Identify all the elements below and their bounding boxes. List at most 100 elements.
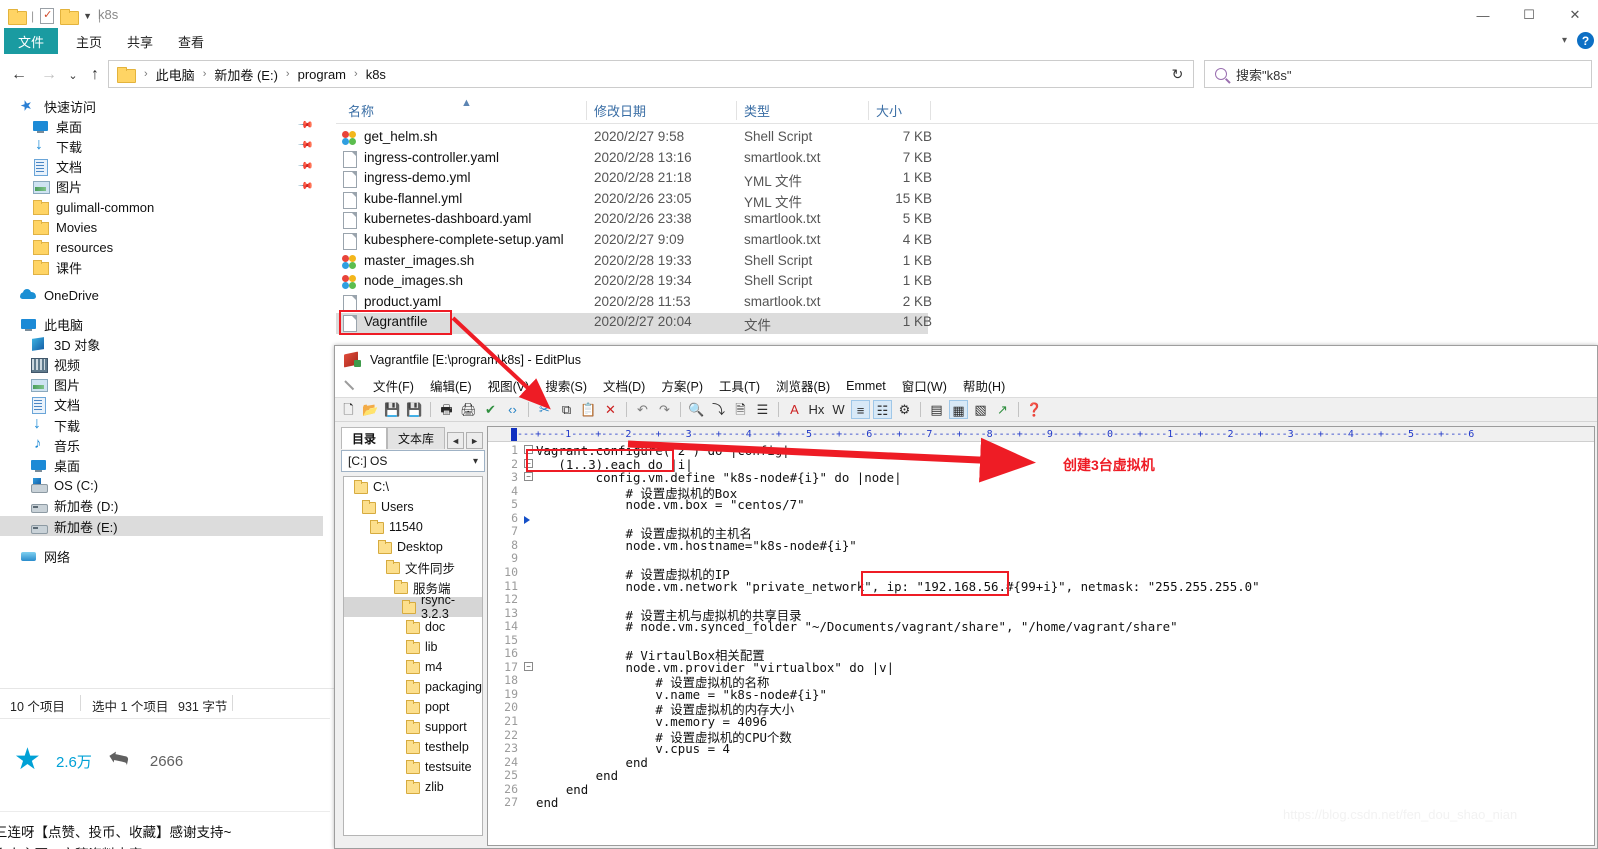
recent-locations-button[interactable]: ⌄	[62, 64, 84, 86]
menu-item-v[interactable]: 视图(V)	[480, 376, 538, 395]
window-controls[interactable]: — ☐ ✕	[1460, 0, 1598, 30]
paste-icon[interactable]: 📋	[579, 400, 598, 419]
menu-item-d[interactable]: 文档(D)	[595, 376, 653, 395]
nav-item-桌面[interactable]: 桌面	[0, 455, 323, 475]
menu-item-s[interactable]: 搜索(S)	[537, 376, 595, 395]
fold-toggle-icon[interactable]: −	[524, 445, 533, 454]
breadcrumb-item-k8s[interactable]: k8s	[364, 67, 388, 82]
preview-icon[interactable]: ▧	[971, 400, 990, 419]
open-file-icon[interactable]: 📂	[361, 400, 380, 419]
external-browser-icon[interactable]: ↗	[993, 400, 1012, 419]
tree-item-11540[interactable]: 11540	[344, 517, 482, 537]
nav-item-新加卷d[interactable]: 新加卷 (D:)	[0, 496, 323, 516]
table-row[interactable]: master_images.sh 2020/2/28 19:33 Shell Scr…	[336, 252, 932, 273]
tree-item-zlib[interactable]: zlib	[344, 777, 482, 797]
table-row[interactable]: kubesphere-complete-setup.yaml 2020/2/27 …	[336, 231, 932, 252]
print-preview-icon[interactable]: 🖶	[437, 400, 456, 419]
tree-item-testhelp[interactable]: testhelp	[344, 737, 482, 757]
drive-select[interactable]: [C:] OS ▾	[341, 450, 485, 472]
ribbon-tab-view[interactable]: 查看	[164, 28, 218, 54]
tree-item-testsuite[interactable]: testsuite	[344, 757, 482, 777]
ribbon-tab-home[interactable]: 主页	[62, 28, 116, 54]
table-row[interactable]: product.yaml 2020/2/28 11:53 smartlook.txt…	[336, 293, 932, 314]
pin-icon[interactable]: 📌	[296, 178, 313, 195]
list-view-icon[interactable]: ▤	[927, 400, 946, 419]
replace-icon[interactable]: ⤵	[709, 400, 728, 419]
tab-directory[interactable]: 目录	[341, 427, 388, 449]
fold-toggle-icon[interactable]: −	[524, 472, 533, 482]
column-header-type[interactable]: 类型	[744, 101, 770, 120]
tree-item-lib[interactable]: lib	[344, 637, 482, 657]
settings-icon[interactable]: ⚙	[895, 400, 914, 419]
menu-item-emmet[interactable]: Emmet	[838, 379, 894, 393]
table-row[interactable]: ingress-demo.yml 2020/2/28 21:18 YML 文件 1 K…	[336, 169, 932, 190]
minimize-button[interactable]: —	[1460, 0, 1506, 30]
font-icon[interactable]: A	[785, 400, 804, 419]
tree-item-c[interactable]: C:\	[344, 477, 482, 497]
tree-item-popt[interactable]: popt	[344, 697, 482, 717]
table-row[interactable]: kubernetes-dashboard.yaml 2020/2/26 23:38…	[336, 210, 932, 231]
nav-item-音乐[interactable]: 音乐	[0, 435, 323, 455]
ribbon-collapse-icon[interactable]: ▾	[1562, 35, 1567, 46]
table-row[interactable]: ingress-controller.yaml 2020/2/28 13:16 sm…	[336, 149, 932, 170]
nav-item-图片[interactable]: 图片 📌	[0, 177, 323, 197]
tree-item-users[interactable]: Users	[344, 497, 482, 517]
star-icon[interactable]	[14, 742, 41, 777]
up-button[interactable]: ↑	[84, 64, 106, 86]
nav-item-3d对象[interactable]: 3D 对象	[0, 334, 323, 354]
goto-line-icon[interactable]: ☰	[753, 400, 772, 419]
side-panel-tabs[interactable]: 目录 文本库 ◄ ►	[341, 426, 485, 449]
tree-item-文件同步[interactable]: 文件同步	[344, 557, 482, 577]
fold-toggle-icon[interactable]: −	[524, 661, 533, 671]
breadcrumb-item-this-pc[interactable]: 此电脑	[154, 65, 197, 84]
ribbon-right-controls[interactable]: ▾ ?	[1562, 32, 1594, 49]
help-pointer-icon[interactable]: ❓	[1025, 400, 1044, 419]
code-text-area[interactable]: Vagrant.configure("2") do |config| (1..3…	[536, 443, 1594, 845]
save-all-icon[interactable]: 💾	[405, 400, 424, 419]
chevron-down-icon[interactable]: ▾	[473, 456, 478, 467]
tree-item-m4[interactable]: m4	[344, 657, 482, 677]
maximize-button[interactable]: ☐	[1506, 0, 1552, 30]
nav-item-课件[interactable]: 课件	[0, 258, 323, 278]
code-line[interactable]: node.vm.network "private_network", ip: "…	[536, 579, 1260, 594]
cut-icon[interactable]: ✂	[535, 400, 554, 419]
code-line[interactable]: # node.vm.synced_folder "~/Documents/vag…	[536, 619, 1178, 634]
tab-cliptext[interactable]: 文本库	[387, 427, 446, 449]
indent-icon[interactable]: ≡	[851, 400, 870, 419]
search-input[interactable]: 搜索"k8s"	[1204, 60, 1592, 88]
tab-prev-icon[interactable]: ◄	[447, 432, 465, 449]
editplus-window[interactable]: Vagrantfile [E:\program\k8s] - EditPlus …	[334, 345, 1598, 849]
nav-item-快速访问[interactable]: 快速访问	[0, 96, 323, 116]
column-header-name[interactable]: 名称	[348, 101, 374, 120]
editplus-toolbar[interactable]: 🗋 📂 💾 💾 🖶 🖨 ✔ ‹› ✂ ⧉ 📋 ✕ ↶ ↷ 🔍 ⤵ 🗎 ☰ A Hx W ≡ ☷ ⚙ ▤ ▦ ▧ ↗ ❓	[335, 398, 1597, 422]
table-row[interactable]: node_images.sh 2020/2/28 19:34 Shell Scrip…	[336, 272, 932, 293]
undo-icon[interactable]: ↶	[633, 400, 652, 419]
word-wrap-icon[interactable]: W	[829, 400, 848, 419]
hex-icon[interactable]: Hx	[807, 400, 826, 419]
delete-icon[interactable]: ✕	[601, 400, 620, 419]
share-icon[interactable]	[108, 751, 134, 773]
navigation-pane[interactable]: 快速访问桌面 📌 下载 📌 文档 📌 图片 📌 gulimall-common Movies res…	[0, 96, 330, 688]
nav-item-下载[interactable]: 下载	[0, 415, 323, 435]
code-line[interactable]: node.vm.box = "centos/7"	[536, 497, 805, 512]
breadcrumb-item-program[interactable]: program	[296, 67, 348, 82]
tab-next-icon[interactable]: ►	[466, 432, 484, 449]
save-icon[interactable]: 💾	[383, 400, 402, 419]
forward-button[interactable]: →	[38, 64, 60, 86]
menu-item-h[interactable]: 帮助(H)	[955, 376, 1013, 395]
table-row[interactable]: kube-flannel.yml 2020/2/26 23:05 YML 文件 15 …	[336, 190, 932, 211]
print-icon[interactable]: 🖨	[459, 400, 478, 419]
column-header-size[interactable]: 大小	[876, 101, 902, 120]
pin-icon[interactable]: 📌	[296, 117, 313, 134]
file-list[interactable]: get_helm.sh 2020/2/27 9:58 Shell Script 7 K…	[336, 128, 1598, 336]
split-view-icon[interactable]: ▦	[949, 400, 968, 419]
nav-item-下载[interactable]: 下载 📌	[0, 136, 323, 156]
help-icon[interactable]: ?	[1577, 32, 1594, 49]
nav-item-resources[interactable]: resources	[0, 237, 323, 257]
properties-icon[interactable]	[40, 8, 55, 24]
editplus-menu-bar[interactable]: 文件(F) 编辑(E) 视图(V) 搜索(S) 文档(D) 方案(P) 工具(T) 浏览器(B…	[335, 374, 1597, 398]
fold-toggle-icon[interactable]: −	[524, 458, 533, 468]
directory-tree[interactable]: C:\ Users 11540 Desktop 文件同步 服务端 rsync-3.2.3 do…	[343, 476, 483, 836]
nav-item-图片[interactable]: 图片	[0, 375, 323, 395]
pin-icon[interactable]: 📌	[296, 138, 313, 155]
